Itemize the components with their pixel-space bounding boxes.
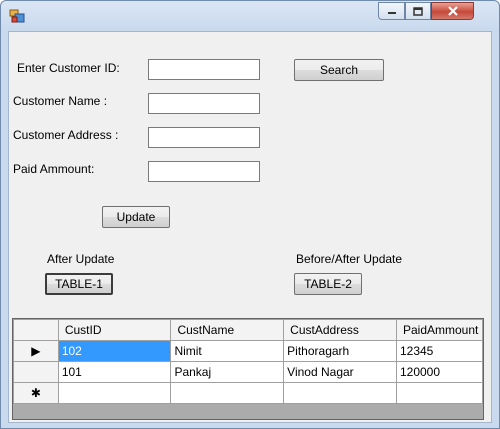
table2-button[interactable]: TABLE-2 [294, 273, 362, 295]
grid-corner-cell[interactable] [13, 319, 59, 341]
grid-cell[interactable]: 120000 [395, 361, 483, 383]
customer-name-input[interactable] [148, 93, 260, 114]
current-row-indicator-icon[interactable]: ▶ [13, 340, 59, 362]
customer-id-input[interactable] [148, 59, 260, 80]
paid-amount-label: Paid Ammount: [13, 162, 95, 176]
column-header-custaddress[interactable]: CustAddress [283, 319, 397, 341]
form-client-area: Enter Customer ID: Customer Name : Custo… [8, 31, 492, 423]
paid-amount-input[interactable] [148, 161, 260, 182]
app-window: Enter Customer ID: Customer Name : Custo… [0, 0, 500, 429]
maximize-button[interactable] [405, 2, 431, 20]
maximize-icon [413, 6, 423, 16]
table1-button[interactable]: TABLE-1 [45, 273, 113, 295]
grid-cell[interactable]: Pankaj [170, 361, 285, 383]
table-row[interactable]: 101 Pankaj Vinod Nagar 120000 [13, 361, 483, 383]
column-header-custid[interactable]: CustID [57, 319, 172, 341]
customer-data-grid[interactable]: CustID CustName CustAddress PaidAmmount … [12, 318, 484, 420]
grid-cell[interactable]: 101 [57, 361, 172, 383]
grid-cell[interactable] [283, 382, 397, 404]
new-row[interactable]: ✱ [13, 382, 483, 404]
grid-table: CustID CustName CustAddress PaidAmmount … [13, 319, 483, 404]
app-icon [9, 9, 25, 23]
close-icon [447, 6, 458, 16]
grid-cell[interactable]: Pithoragarh [283, 340, 397, 362]
column-header-custname[interactable]: CustName [170, 319, 285, 341]
after-update-label: After Update [47, 252, 115, 266]
before-after-update-label: Before/After Update [296, 252, 403, 266]
title-bar[interactable] [1, 1, 499, 31]
minimize-button[interactable] [378, 2, 405, 20]
customer-address-label: Customer Address : [13, 128, 119, 142]
grid-cell[interactable]: Vinod Nagar [283, 361, 397, 383]
new-row-indicator-icon[interactable]: ✱ [13, 382, 59, 404]
close-button[interactable] [431, 2, 474, 20]
grid-cell[interactable] [57, 382, 172, 404]
grid-cell[interactable]: 12345 [395, 340, 483, 362]
minimize-icon [387, 12, 396, 14]
search-button[interactable]: Search [294, 59, 384, 81]
table-row[interactable]: ▶ 102 Nimit Pithoragarh 12345 [13, 340, 483, 362]
customer-address-input[interactable] [148, 127, 260, 148]
customer-id-label: Enter Customer ID: [17, 61, 120, 75]
grid-cell[interactable] [395, 382, 483, 404]
column-header-paidamount[interactable]: PaidAmmount [395, 319, 483, 341]
grid-cell[interactable]: Nimit [170, 340, 285, 362]
update-button[interactable]: Update [102, 206, 170, 228]
grid-cell[interactable]: 102 [57, 340, 172, 362]
row-header-cell[interactable] [13, 361, 59, 383]
grid-cell[interactable] [170, 382, 285, 404]
customer-name-label: Customer Name : [13, 94, 108, 108]
grid-header-row: CustID CustName CustAddress PaidAmmount [13, 319, 483, 341]
